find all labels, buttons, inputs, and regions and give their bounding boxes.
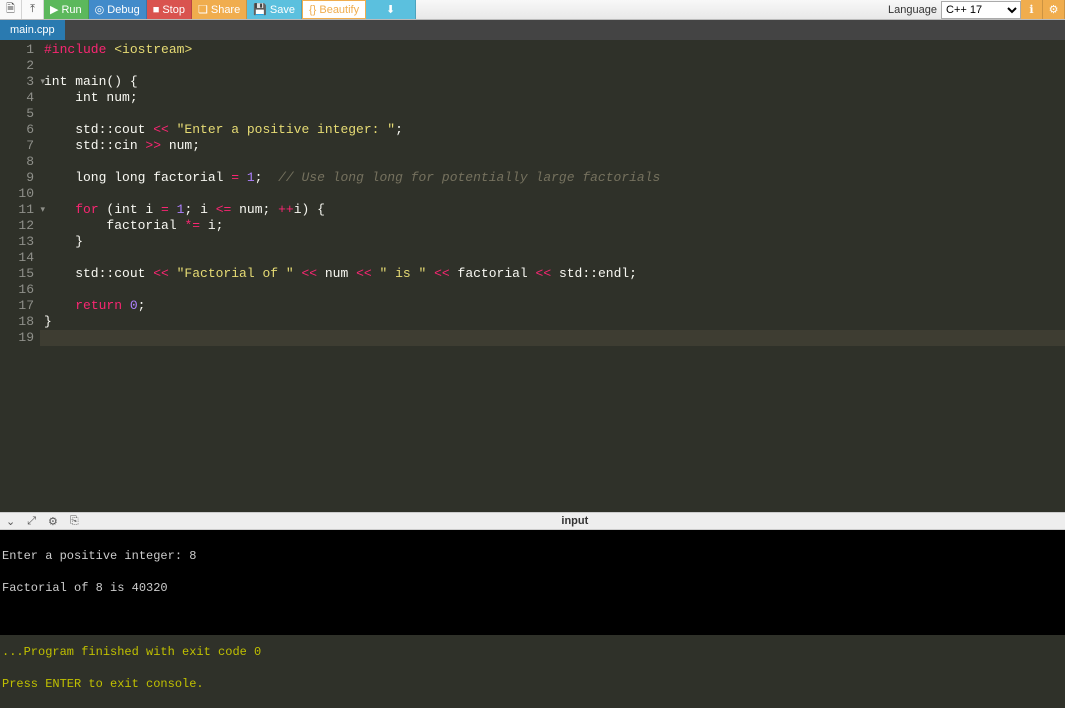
play-icon: ▶ [50,3,58,16]
tab-bar: main.cpp [0,20,1065,40]
copy-console-button[interactable]: ⎘ [64,515,85,528]
tab-label: main.cpp [10,24,55,36]
copy-icon: ⎘ [70,515,79,527]
download-button[interactable]: ⬇ [366,0,416,19]
debug-button[interactable]: ◎Debug [89,0,147,19]
active-line-highlight [40,330,1065,346]
line-number: 8 [0,154,40,170]
gear-icon: ⚙ [1049,3,1059,16]
console-title: input [85,515,1065,527]
line-number: 6 [0,122,40,138]
info-icon: ℹ [1029,3,1033,16]
beautify-label: Beautify [319,4,359,16]
line-number: 4 [0,90,40,106]
line-number: 3 [0,74,40,90]
stop-label: Stop [162,4,185,16]
code-editor[interactable]: 1 2 3 4 5 6 7 8 9 10 11 12 13 14 15 16 1… [0,40,1065,512]
save-icon: 💾 [253,3,267,16]
toolbar: 🗎 ⤒ ▶Run ◎Debug ■Stop ❏Share 💾Save {}Bea… [0,0,1065,20]
line-number: 10 [0,186,40,202]
share-button[interactable]: ❏Share [192,0,247,19]
line-number: 11 [0,202,40,218]
collapse-console-button[interactable]: ⌄ [0,515,21,528]
debug-label: Debug [107,4,139,16]
language-select[interactable]: C++ 17 [941,1,1021,19]
line-number: 19 [0,330,40,346]
console-toolbar: ⌄ ⤢ ⚙ ⎘ input [0,512,1065,530]
new-file-button[interactable]: 🗎 [0,0,22,19]
share-icon: ❏ [198,3,208,16]
line-number: 2 [0,58,40,74]
console-line: Factorial of 8 is 40320 [2,580,1063,596]
line-number: 18 [0,314,40,330]
upload-icon: ⤒ [30,3,35,16]
stop-button[interactable]: ■Stop [147,0,192,19]
expand-icon: ⤢ [27,515,36,527]
share-label: Share [211,4,240,16]
run-label: Run [61,4,81,16]
run-button[interactable]: ▶Run [44,0,89,19]
line-number: 14 [0,250,40,266]
line-number: 13 [0,234,40,250]
console-line: Enter a positive integer: 8 [2,548,1063,564]
upload-button[interactable]: ⤒ [22,0,44,19]
file-icon: 🗎 [6,0,15,19]
beautify-button[interactable]: {}Beautify [302,0,366,19]
stop-icon: ■ [153,4,160,16]
line-number: 9 [0,170,40,186]
line-number: 16 [0,282,40,298]
line-number: 7 [0,138,40,154]
console-exit-line: ...Program finished with exit code 0 [2,644,1063,660]
download-icon: ⬇ [386,3,395,16]
expand-console-button[interactable]: ⤢ [21,515,42,528]
braces-icon: {} [309,4,316,16]
line-number: 17 [0,298,40,314]
gutter: 1 2 3 4 5 6 7 8 9 10 11 12 13 14 15 16 1… [0,40,40,512]
line-number: 5 [0,106,40,122]
target-icon: ◎ [95,3,105,16]
toolbar-spacer [416,0,888,19]
save-button[interactable]: 💾Save [247,0,302,19]
console-output[interactable]: Enter a positive integer: 8 Factorial of… [0,530,1065,635]
console-settings-button[interactable]: ⚙ [42,515,64,528]
line-number: 1 [0,42,40,58]
line-number: 15 [0,266,40,282]
line-number: 12 [0,218,40,234]
code-area[interactable]: #include <iostream> int main() { int num… [40,40,1065,512]
console-press-line: Press ENTER to exit console. [2,676,1063,692]
about-button[interactable]: ℹ [1021,0,1043,19]
tab-main-cpp[interactable]: main.cpp [0,20,65,40]
settings-button[interactable]: ⚙ [1043,0,1065,19]
save-label: Save [270,4,295,16]
chevron-down-icon: ⌄ [6,516,15,528]
language-label: Language [888,4,941,16]
gear-icon: ⚙ [48,516,58,528]
